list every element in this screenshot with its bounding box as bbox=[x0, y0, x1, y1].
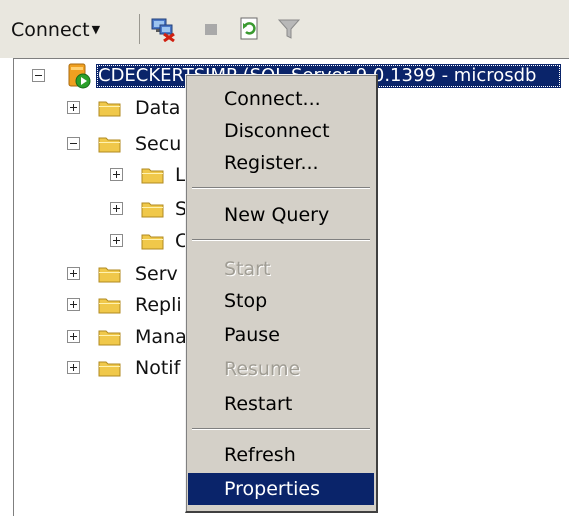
server-icon bbox=[68, 63, 91, 89]
menu-item-stop[interactable]: Stop bbox=[188, 285, 374, 317]
expand-toggle[interactable] bbox=[67, 267, 80, 280]
folder-icon bbox=[141, 202, 164, 218]
menu-item-refresh[interactable]: Refresh bbox=[188, 439, 374, 471]
expand-toggle[interactable] bbox=[67, 330, 80, 343]
expand-toggle[interactable] bbox=[67, 361, 80, 374]
connect-object-explorer-icon[interactable] bbox=[150, 16, 176, 42]
tree-item-management[interactable]: Mana bbox=[135, 325, 187, 349]
menu-item-connect[interactable]: Connect... bbox=[188, 83, 374, 115]
dropdown-arrow-icon: ▼ bbox=[91, 23, 101, 36]
menu-item-disconnect[interactable]: Disconnect bbox=[188, 115, 374, 147]
collapse-toggle[interactable] bbox=[32, 69, 45, 82]
folder-icon bbox=[98, 330, 121, 346]
tree-item-notification-services[interactable]: Notif bbox=[135, 356, 180, 380]
menu-separator bbox=[192, 428, 370, 430]
folder-icon bbox=[98, 361, 121, 377]
menu-item-new-query[interactable]: New Query bbox=[188, 199, 374, 231]
context-menu: Connect... Disconnect Register... New Qu… bbox=[185, 74, 378, 513]
menu-item-properties[interactable]: Properties bbox=[188, 473, 374, 505]
menu-item-register[interactable]: Register... bbox=[188, 147, 374, 179]
menu-item-pause[interactable]: Pause bbox=[188, 319, 374, 351]
tree-item-logins[interactable]: L bbox=[175, 163, 186, 187]
tree-item-replication[interactable]: Repli bbox=[135, 293, 182, 317]
stop-icon[interactable] bbox=[198, 16, 224, 42]
folder-icon bbox=[141, 168, 164, 184]
menu-item-resume: Resume bbox=[224, 358, 301, 380]
folder-icon bbox=[98, 137, 121, 153]
tree-item-databases[interactable]: Data bbox=[135, 96, 180, 120]
toolbar-separator bbox=[139, 14, 140, 44]
tree-item-security[interactable]: Secu bbox=[135, 132, 181, 156]
connect-dropdown-button[interactable]: Connect ▼ bbox=[11, 18, 100, 42]
expand-toggle[interactable] bbox=[67, 101, 80, 114]
expand-toggle[interactable] bbox=[110, 202, 123, 215]
folder-icon bbox=[98, 298, 121, 314]
menu-item-restart[interactable]: Restart bbox=[188, 388, 374, 420]
folder-icon bbox=[141, 234, 164, 250]
refresh-icon[interactable] bbox=[236, 16, 262, 42]
filter-icon[interactable] bbox=[276, 16, 302, 42]
folder-icon bbox=[98, 267, 121, 283]
collapse-toggle[interactable] bbox=[67, 137, 80, 150]
expand-toggle[interactable] bbox=[110, 234, 123, 247]
expand-toggle[interactable] bbox=[110, 168, 123, 181]
expand-toggle[interactable] bbox=[67, 298, 80, 311]
folder-icon bbox=[98, 101, 121, 117]
menu-separator bbox=[192, 239, 370, 241]
menu-item-start: Start bbox=[224, 258, 271, 280]
menu-separator bbox=[192, 187, 370, 189]
toolbar: Connect ▼ bbox=[0, 0, 569, 58]
tree-item-server-objects[interactable]: Serv bbox=[135, 262, 178, 286]
connect-label: Connect bbox=[11, 19, 90, 41]
